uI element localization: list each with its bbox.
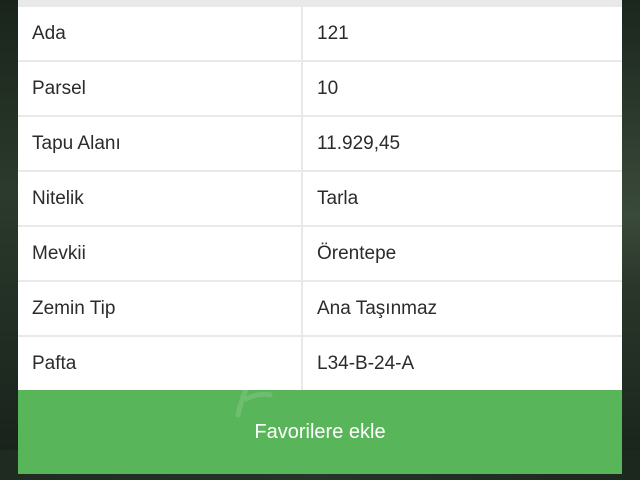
row-value: Tarla [303, 172, 622, 225]
row-key: Nitelik [18, 172, 301, 225]
row-value: 121 [303, 7, 622, 60]
row-value: 11.929,45 [303, 117, 622, 170]
table-row-pafta: Pafta L34-B-24-A [18, 337, 622, 390]
row-key: Mevkii [18, 227, 301, 280]
row-value: L34-B-24-A [303, 337, 622, 390]
table-row-tapu-alani: Tapu Alanı 11.929,45 [18, 117, 622, 170]
table-row-ada: Ada 121 [18, 7, 622, 60]
add-to-favorites-button[interactable]: Favorilere ekle [18, 390, 622, 474]
row-value: 10 [303, 62, 622, 115]
table-row-parsel: Parsel 10 [18, 62, 622, 115]
row-key: Zemin Tip [18, 282, 301, 335]
row-value: Örentepe [303, 227, 622, 280]
row-key: Ada [18, 7, 301, 60]
row-key: Tapu Alanı [18, 117, 301, 170]
row-key: Parsel [18, 62, 301, 115]
row-value: Ana Taşınmaz [303, 282, 622, 335]
background-left [0, 0, 20, 480]
property-details-table: Ada 121 Parsel 10 Tapu Alanı 11.929,45 N… [18, 0, 622, 390]
table-row-nitelik: Nitelik Tarla [18, 172, 622, 225]
watermark-logo [235, 370, 273, 418]
table-row-zemin-tip: Zemin Tip Ana Taşınmaz [18, 282, 622, 335]
table-row-mevkii: Mevkii Örentepe [18, 227, 622, 280]
